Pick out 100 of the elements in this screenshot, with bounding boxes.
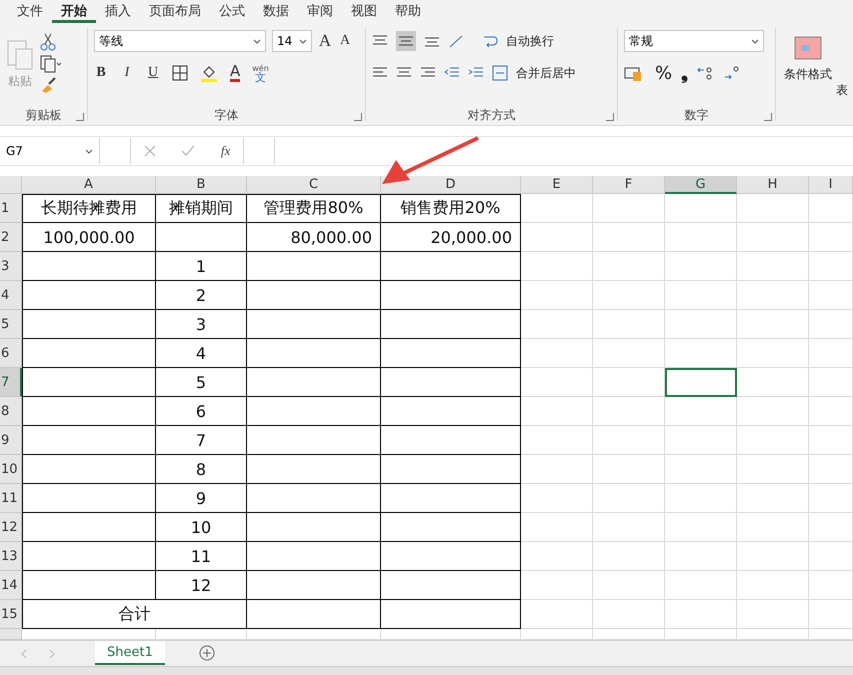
font-color-button[interactable]: A	[230, 64, 240, 82]
ribbon-tab[interactable]: 帮助	[386, 0, 430, 23]
empty-cell	[593, 455, 665, 484]
empty-cell	[593, 397, 665, 426]
caret-icon[interactable]	[751, 38, 759, 44]
empty-cell	[737, 368, 809, 397]
launcher-icon[interactable]	[354, 113, 362, 121]
empty-cell	[593, 600, 665, 629]
add-sheet-icon[interactable]	[198, 645, 215, 661]
empty-cell	[521, 542, 593, 571]
merge-center-button[interactable]: 合并后居中	[516, 64, 576, 82]
font-size-dropdown[interactable]: 14	[272, 30, 312, 52]
row-header[interactable]: 8	[0, 397, 22, 426]
table-cell: 摊销期间	[156, 194, 247, 223]
ribbon-tab[interactable]: 公式	[210, 0, 254, 23]
empty-cell	[737, 455, 809, 484]
borders-icon[interactable]	[172, 65, 188, 81]
empty-cell	[809, 513, 853, 542]
underline-button[interactable]: U	[146, 65, 160, 81]
table-cell: 1	[156, 252, 247, 281]
column-header[interactable]: E	[521, 176, 593, 194]
font-name-dropdown[interactable]: 等线	[94, 30, 266, 52]
comma-button[interactable]: ❟	[681, 62, 688, 84]
empty-cell	[521, 426, 593, 455]
row-header[interactable]: 11	[0, 484, 22, 513]
table-cell: 4	[156, 339, 247, 368]
row-header[interactable]: 9	[0, 426, 22, 455]
empty-cell	[521, 571, 593, 600]
percent-button[interactable]: %	[655, 62, 672, 84]
empty-cell	[593, 571, 665, 600]
empty-cell	[809, 571, 853, 600]
column-header[interactable]: G	[665, 176, 737, 194]
empty-cell	[809, 252, 853, 281]
brush-icon[interactable]	[40, 77, 58, 93]
sheet-tab[interactable]: Sheet1	[95, 641, 165, 665]
column-header[interactable]: A	[22, 176, 156, 194]
ribbon-tab[interactable]: 插入	[96, 0, 140, 23]
row-header[interactable]: 12	[0, 513, 22, 542]
caret-icon[interactable]	[85, 148, 93, 154]
bold-button[interactable]: B	[94, 65, 108, 81]
shrink-font-button[interactable]: A	[338, 33, 352, 49]
empty-cell	[665, 281, 737, 310]
ribbon-tab[interactable]: 视图	[342, 0, 386, 23]
table-cell: 2	[156, 281, 247, 310]
merge-icon[interactable]	[492, 65, 508, 81]
column-header[interactable]: F	[593, 176, 665, 194]
row-header[interactable]: 10	[0, 455, 22, 484]
row-header[interactable]: 2	[0, 223, 22, 252]
row-header[interactable]: 13	[0, 542, 22, 571]
fill-color-icon[interactable]	[200, 64, 218, 82]
empty-cell	[737, 600, 809, 629]
conditional-format-button[interactable]: 条件格式	[784, 66, 832, 83]
empty-cell	[809, 223, 853, 252]
ribbon-tab[interactable]: 文件	[8, 0, 52, 23]
table-cell: 销售费用20%	[381, 194, 521, 223]
row-header[interactable]: 15	[0, 600, 22, 629]
empty-cell	[665, 455, 737, 484]
empty-cell	[737, 571, 809, 600]
row-header[interactable]: 5	[0, 310, 22, 339]
conditional-format-icon[interactable]	[794, 36, 822, 60]
ribbon-tab[interactable]: 页面布局	[140, 0, 210, 23]
table-cell: 9	[156, 484, 247, 513]
column-header[interactable]: C	[247, 176, 381, 194]
table-cell: 3	[156, 310, 247, 339]
row-header[interactable]: 3	[0, 252, 22, 281]
column-header[interactable]: H	[737, 176, 809, 194]
column-header[interactable]: B	[156, 176, 247, 194]
empty-cell	[521, 600, 593, 629]
empty-cell	[593, 252, 665, 281]
launcher-icon[interactable]	[606, 113, 614, 121]
scissors-icon[interactable]	[40, 33, 56, 51]
ribbon-tab[interactable]: 审阅	[298, 0, 342, 23]
number-format-dropdown[interactable]: 常规	[624, 30, 764, 52]
ribbon-tab[interactable]: 数据	[254, 0, 298, 23]
empty-cell	[593, 223, 665, 252]
column-header[interactable]: D	[381, 176, 521, 194]
caret-icon[interactable]	[299, 38, 307, 44]
grow-font-button[interactable]: A	[318, 31, 332, 51]
phonetic-button[interactable]: wén 文	[252, 64, 269, 82]
row-header[interactable]: 1	[0, 194, 22, 223]
copy-icon[interactable]	[40, 55, 62, 73]
align-middle-icon[interactable]	[396, 31, 416, 51]
row-header[interactable]: 4	[0, 281, 22, 310]
row-header[interactable]: 14	[0, 571, 22, 600]
name-box[interactable]: G7	[0, 138, 100, 164]
italic-button[interactable]: I	[120, 65, 134, 81]
empty-cell	[593, 310, 665, 339]
group-label: 剪贴板	[26, 107, 62, 121]
empty-cell	[737, 194, 809, 223]
check-icon[interactable]	[181, 145, 196, 157]
row-header[interactable]: 6	[0, 339, 22, 368]
table-format-button[interactable]: 表	[836, 82, 848, 99]
launcher-icon[interactable]	[764, 113, 772, 121]
column-header[interactable]: I	[809, 176, 853, 194]
row-header[interactable]: 7	[0, 368, 22, 397]
empty-cell	[737, 252, 809, 281]
insert-function-button[interactable]: fx	[220, 143, 230, 159]
wrap-text-button[interactable]: 自动换行	[506, 32, 554, 50]
launcher-icon[interactable]	[76, 113, 84, 121]
caret-icon[interactable]	[253, 38, 261, 44]
